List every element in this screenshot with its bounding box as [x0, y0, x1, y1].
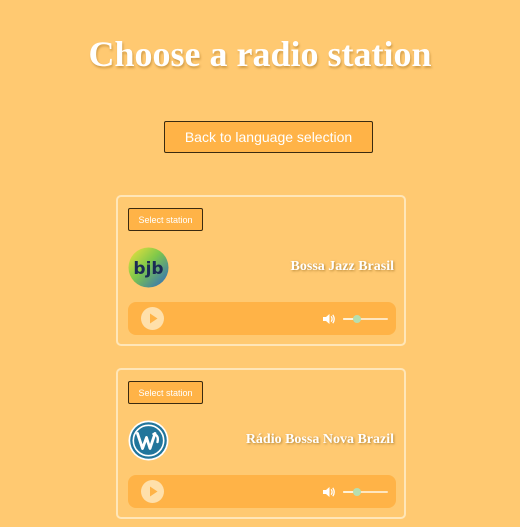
- play-button[interactable]: [141, 307, 164, 330]
- station-card: Select station bjb Bossa Jazz Brasil: [116, 195, 406, 346]
- select-station-button[interactable]: Select station: [128, 381, 203, 404]
- volume-thumb[interactable]: [353, 315, 361, 323]
- audio-player: [128, 302, 396, 335]
- station-card: Select station Rádio Bossa Nova Brazil: [116, 368, 406, 519]
- volume-icon[interactable]: [322, 485, 336, 499]
- svg-text:bjb: bjb: [133, 259, 163, 279]
- play-icon: [150, 486, 158, 497]
- station-name: Bossa Jazz Brasil: [290, 259, 394, 274]
- bjb-logo-icon: bjb: [128, 247, 169, 288]
- select-station-button[interactable]: Select station: [128, 208, 203, 231]
- volume-thumb[interactable]: [353, 488, 361, 496]
- play-button[interactable]: [141, 480, 164, 503]
- volume-slider[interactable]: [343, 485, 388, 499]
- station-name: Rádio Bossa Nova Brazil: [245, 432, 394, 447]
- play-icon: [150, 313, 158, 324]
- volume-icon[interactable]: [322, 312, 336, 326]
- audio-player: [128, 475, 396, 508]
- volume-slider[interactable]: [343, 312, 388, 326]
- back-to-language-button[interactable]: Back to language selection: [164, 121, 373, 153]
- page-title: Choose a radio station: [88, 34, 432, 74]
- wordpress-logo-icon: [128, 420, 169, 461]
